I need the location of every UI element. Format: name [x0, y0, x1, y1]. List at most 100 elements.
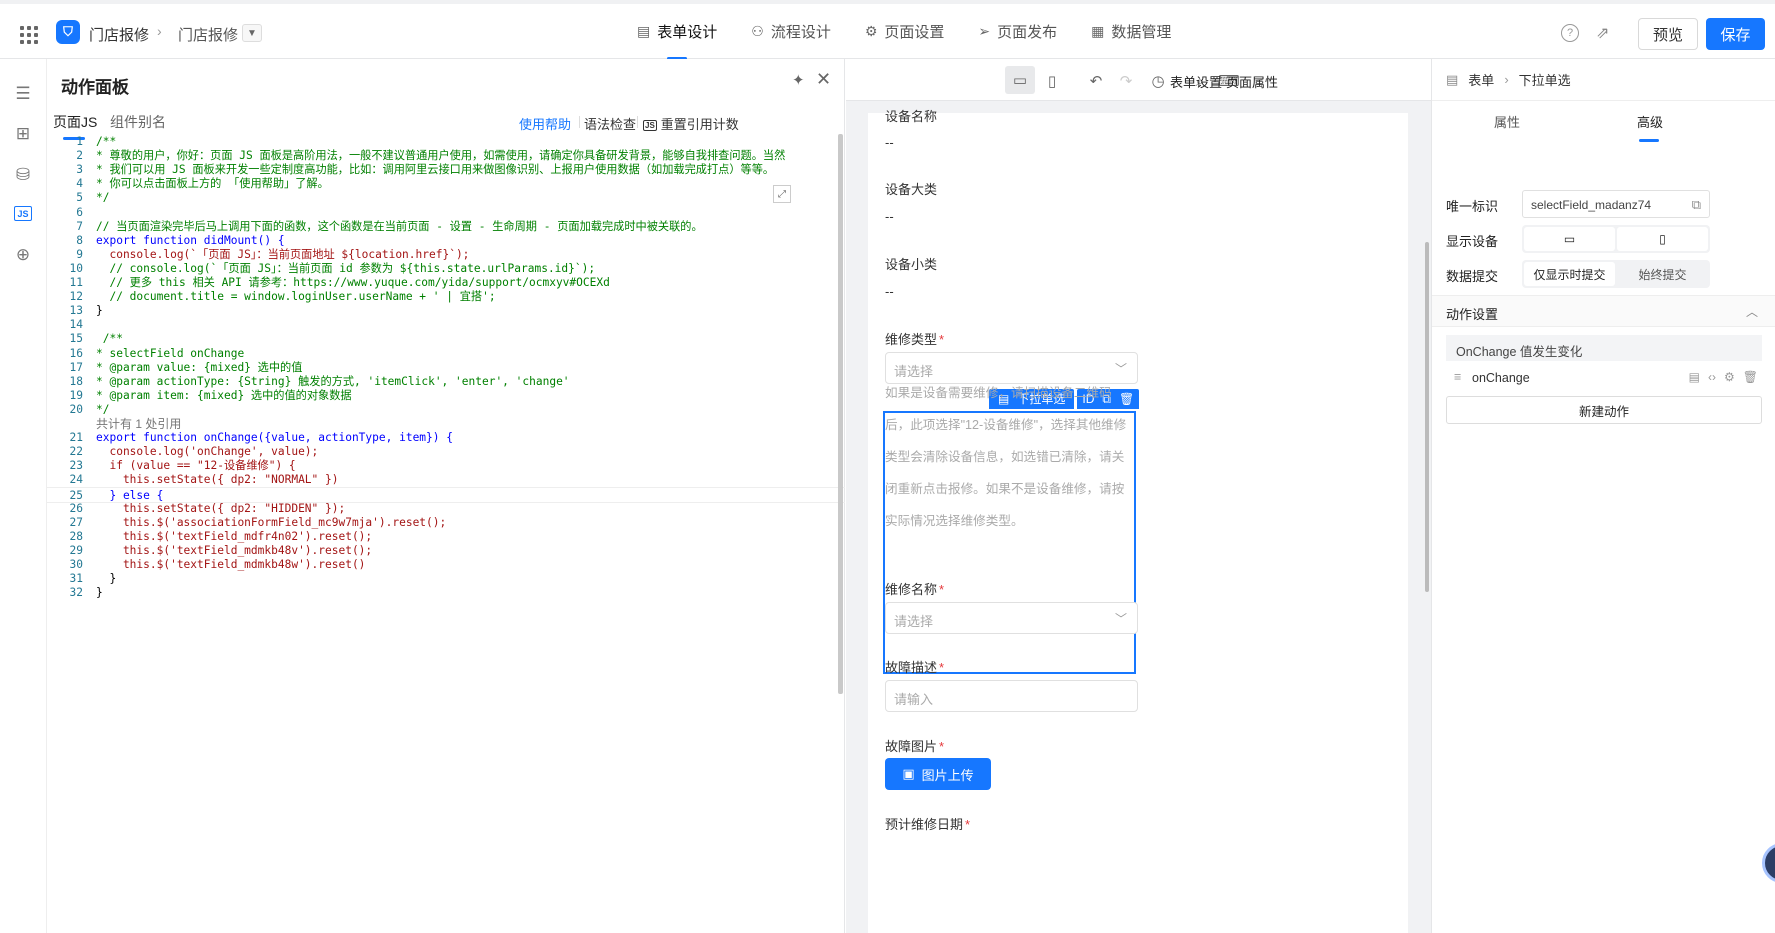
top-bar: ⛉ 门店报修 › 门店报修 ▼ ▤ 表单设计 ⚇ 流程设计 ⚙ 页面设置 ➢ 页… [0, 0, 1775, 60]
fault-desc-input[interactable]: 请输入 [885, 680, 1138, 712]
reset-refs-button[interactable]: JS 重置引用计数 [643, 114, 739, 133]
expected-date-label: 预计维修日期 * [885, 814, 970, 833]
pin-icon[interactable]: ✦ [792, 71, 805, 89]
data-submit-toggle: 仅显示时提交 始终提交 [1522, 260, 1710, 288]
device-category-value: -- [885, 209, 894, 224]
mobile-view-icon[interactable]: ▯ [1041, 70, 1063, 92]
undo-icon[interactable]: ↶ [1085, 70, 1107, 92]
required-mark: * [939, 582, 945, 597]
tab-data-manage[interactable]: ▦ 数据管理 [1074, 4, 1188, 59]
breadcrumb-page-name[interactable]: 门店报修 [178, 24, 238, 45]
unique-id-field[interactable]: selectField_madanz74 ⧉ [1522, 190, 1710, 218]
settings-panel: ▤ 表单 › 下拉单选 属性 高级 唯一标识 selectField_madan… [1431, 59, 1775, 933]
page-props-link[interactable]: 页面属性 [1226, 72, 1278, 91]
tab-properties[interactable]: 属性 [1494, 112, 1520, 131]
line-number: 32 [69, 586, 83, 600]
repair-name-select[interactable]: 请选择 ﹀ [885, 602, 1138, 634]
required-mark: * [939, 739, 945, 754]
data-submit-label: 数据提交 [1446, 269, 1499, 284]
editor-scrollbar[interactable] [838, 134, 843, 694]
help-icon[interactable]: ? [1561, 24, 1579, 42]
display-device-toggle: ▭ ▯ [1522, 225, 1710, 253]
external-link-icon[interactable]: ⇗ [1596, 23, 1609, 43]
chevron-right-icon: › [1504, 72, 1509, 87]
outline-tree-icon[interactable]: ☰ [12, 83, 34, 105]
repair-name-placeholder: 请选择 [894, 614, 934, 629]
repair-type-label: 维修类型 * [885, 329, 944, 348]
unique-id-value: selectField_madanz74 [1531, 198, 1652, 212]
expand-icon[interactable]: ⤢ [773, 185, 791, 203]
handler-row: ≡ onChange ▤ ‹› ⚙ 🗑 [1446, 367, 1762, 391]
js-icon: JS [643, 120, 657, 131]
onchange-event-row: OnChange 值发生变化 [1446, 335, 1762, 361]
preview-button[interactable]: 预览 [1638, 18, 1698, 50]
form-preview: 设备名称 -- 设备大类 -- 设备小类 -- ▤ 下拉单选 ID ⧉ 🗑 维修… [868, 109, 1408, 933]
fault-photo-text: 故障图片 [885, 739, 938, 754]
chevron-up-icon: ︿ [1745, 305, 1758, 319]
event-label: OnChange 值发生变化 [1456, 345, 1583, 359]
fault-desc-placeholder: 请输入 [894, 692, 934, 707]
required-mark: * [965, 817, 971, 832]
canvas-scrollbar[interactable] [1425, 242, 1429, 592]
chevron-down-icon: ﹀ [1114, 612, 1127, 626]
tab-flow-design[interactable]: ⚇ 流程设计 [734, 4, 848, 59]
code-editor[interactable]: 1/** 2 * 尊敬的用户，你好：页面 JS 面板是高阶用法，一般不建议普通用户使… [47, 134, 845, 933]
gear-icon[interactable]: ⚙ [1724, 370, 1735, 384]
drag-handle-icon[interactable]: ≡ [1454, 370, 1461, 384]
handler-name[interactable]: onChange [1472, 371, 1530, 385]
submit-when-shown-option[interactable]: 仅显示时提交 [1524, 262, 1615, 286]
repair-name-text: 维修名称 [885, 582, 938, 597]
left-icon-rail: ☰ ⊞ ⛁ JS ⊕ [0, 59, 47, 933]
desktop-device-icon[interactable]: ▭ [1524, 227, 1615, 251]
globe-icon[interactable]: ⊕ [12, 244, 34, 266]
device-category-label: 设备大类 [885, 182, 938, 197]
components-grid-icon[interactable]: ⊞ [12, 123, 34, 145]
doc-icon: ▤ [637, 23, 651, 39]
tab-component-alias[interactable]: 组件别名 [110, 112, 166, 132]
save-button[interactable]: 保存 [1706, 18, 1765, 50]
always-submit-option[interactable]: 始终提交 [1617, 262, 1708, 286]
tab-page-settings[interactable]: ⚙ 页面设置 [848, 4, 962, 59]
flow-icon: ⚇ [751, 23, 764, 39]
fault-desc-text: 故障描述 [885, 660, 938, 675]
form-settings-link[interactable]: 表单设置 [1170, 72, 1222, 91]
display-device-label: 显示设备 [1446, 234, 1499, 249]
image-upload-button[interactable]: ▣ 图片上传 [885, 758, 991, 790]
tab-page-publish[interactable]: ➢ 页面发布 [961, 4, 1074, 59]
code-line[interactable]: 32} [47, 585, 845, 601]
tab-advanced[interactable]: 高级 [1637, 112, 1663, 142]
action-settings-section[interactable]: 动作设置 ︿ [1432, 295, 1775, 327]
history-icon[interactable]: ◷ [1147, 70, 1169, 92]
js-panel-icon[interactable]: JS [14, 206, 32, 221]
canvas-toolbar: ▭ ▯ ↶ ↷ ◷ ⌕ ⌨ 表单设置 页面属性 [846, 59, 1431, 101]
breadcrumb-app-name[interactable]: 门店报修 [89, 24, 149, 45]
action-panel: 动作面板 ✦ ✕ 页面JS 组件别名 使用帮助 语法检查 JS 重置引用计数 1/… [47, 59, 845, 933]
required-mark: * [939, 332, 945, 347]
desktop-view-icon[interactable]: ▭ [1005, 66, 1035, 94]
tab-form-design[interactable]: ▤ 表单设计 [620, 4, 734, 60]
help-link[interactable]: 使用帮助 [519, 114, 571, 133]
settings-breadcrumb: ▤ 表单 › 下拉单选 [1446, 70, 1571, 89]
handler-actions: ▤ ‹› ⚙ 🗑 [1689, 370, 1758, 384]
apps-grid-icon[interactable] [20, 26, 38, 44]
edit-icon[interactable]: ▤ [1689, 370, 1700, 384]
redo-icon[interactable]: ↷ [1115, 70, 1137, 92]
code-icon[interactable]: ‹› [1708, 370, 1716, 384]
settings-tabs [1432, 100, 1775, 144]
close-icon[interactable]: ✕ [816, 69, 831, 90]
delete-icon[interactable]: 🗑 [1743, 370, 1758, 384]
syntax-check-button[interactable]: 语法检查 [584, 114, 636, 133]
page-dropdown-icon[interactable]: ▼ [242, 24, 262, 42]
new-action-button[interactable]: 新建动作 [1446, 396, 1762, 424]
chevron-right-icon: › [157, 23, 162, 39]
mobile-device-icon[interactable]: ▯ [1617, 227, 1708, 251]
breadcrumb-current: 下拉单选 [1518, 73, 1571, 88]
fault-photo-label: 故障图片 * [885, 736, 944, 755]
required-mark: * [939, 660, 945, 675]
tab-page-js[interactable]: 页面JS [53, 112, 97, 140]
repair-name-label: 维修名称 * [885, 579, 944, 598]
breadcrumb-root[interactable]: 表单 [1468, 70, 1494, 89]
data-source-icon[interactable]: ⛁ [12, 164, 34, 186]
chevron-down-icon: ﹀ [1114, 362, 1127, 376]
copy-icon[interactable]: ⧉ [1692, 197, 1701, 213]
